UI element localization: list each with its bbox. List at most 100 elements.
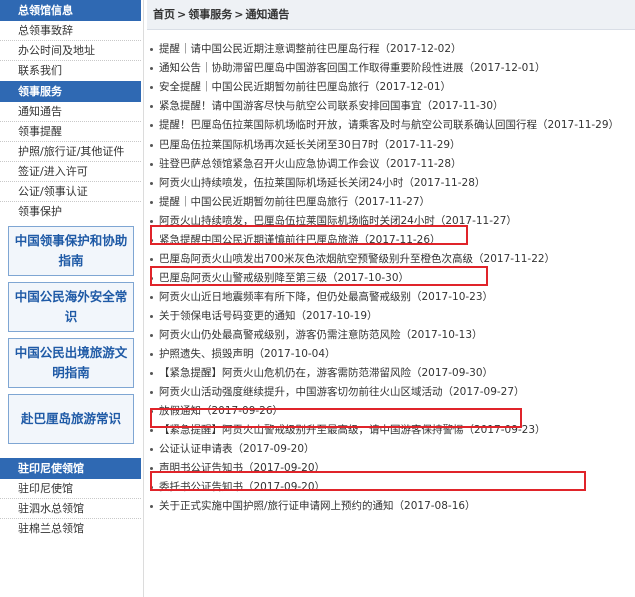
- sidebar-item-embassy-indonesia[interactable]: 驻印尼使馆: [0, 479, 141, 499]
- notice-item-highlighted[interactable]: 紧急提醒中国公民近期谨慎前往巴厘岛旅游（2017-11-26）: [147, 231, 635, 250]
- notice-link[interactable]: 阿贡火山持续喷发，巴厘岛伍拉莱国际机场临时关闭24小时（2017-11-27）: [159, 215, 517, 227]
- notice-item[interactable]: 委托书公证告知书（2017-09-20）: [147, 478, 635, 497]
- bullet-icon: [150, 163, 153, 166]
- notice-link[interactable]: 关于正式实施中国护照/旅行证申请网上预约的通知（2017-08-16）: [159, 500, 476, 512]
- notice-item[interactable]: 阿贡火山仍处最高警戒级别，游客仍需注意防范风险（2017-10-13）: [147, 326, 635, 345]
- notice-link[interactable]: 提醒｜中国公民近期暂勿前往巴厘岛旅行（2017-11-27）: [159, 196, 430, 208]
- bullet-icon: [150, 410, 153, 413]
- notice-link[interactable]: 委托书公证告知书（2017-09-20）: [159, 481, 325, 493]
- notice-link[interactable]: 阿贡火山仍处最高警戒级别，游客仍需注意防范风险（2017-10-13）: [159, 329, 483, 341]
- bullet-icon: [150, 353, 153, 356]
- notice-link[interactable]: 紧急提醒！请中国游客尽快与航空公司联系安排回国事宜（2017-11-30）: [159, 100, 504, 112]
- sidebar-section-consulate-info: 总领馆信息: [0, 0, 141, 21]
- sidebar-section-missions: 驻印尼使领馆: [0, 458, 141, 479]
- sidebar-item-consular-protection[interactable]: 领事保护: [0, 202, 141, 222]
- notice-item[interactable]: 驻登巴萨总领馆紧急召开火山应急协调工作会议（2017-11-28）: [147, 155, 635, 174]
- bullet-icon: [150, 105, 153, 108]
- sidebar-item-visa[interactable]: 签证/进入许可: [0, 162, 141, 182]
- sidebar-item-consul-speech[interactable]: 总领事致辞: [0, 21, 141, 41]
- notice-link[interactable]: 阿贡火山活动强度继续提升，中国游客切勿前往火山区域活动（2017-09-27）: [159, 386, 525, 398]
- notice-list: 提醒｜请中国公民近期注意调整前往巴厘岛行程（2017-12-02） 通知公告｜协…: [147, 40, 635, 516]
- consulate-info-list: 总领事致辞 办公时间及地址 联系我们: [0, 21, 141, 81]
- sidebar: 总领馆信息 总领事致辞 办公时间及地址 联系我们 领事服务 通知通告 领事提醒 …: [0, 0, 141, 597]
- bullet-icon: [150, 67, 153, 70]
- consular-services-list: 通知通告 领事提醒 护照/旅行证/其他证件 签证/进入许可 公证/领事认证 领事…: [0, 102, 141, 222]
- notice-item[interactable]: 阿贡火山持续喷发，伍拉莱国际机场延长关闭24小时（2017-11-28）: [147, 174, 635, 193]
- notice-link[interactable]: 放假通知（2017-09-26）: [159, 405, 283, 417]
- bullet-icon: [150, 258, 153, 261]
- promo-protection-guide[interactable]: 中国领事保护和协助指南: [8, 226, 134, 276]
- column-divider: [143, 0, 144, 597]
- bullet-icon: [150, 467, 153, 470]
- notice-link[interactable]: 【紧急提醒】阿贡火山危机仍在，游客需防范滞留风险（2017-09-30）: [159, 367, 493, 379]
- notice-item[interactable]: 紧急提醒！请中国游客尽快与航空公司联系安排回国事宜（2017-11-30）: [147, 97, 635, 116]
- bullet-icon: [150, 220, 153, 223]
- notice-link[interactable]: 巴厘岛阿贡火山警戒级别降至第三级（2017-10-30）: [159, 272, 409, 284]
- sidebar-item-office-hours[interactable]: 办公时间及地址: [0, 41, 141, 61]
- notice-link[interactable]: 关于领保电话号码变更的通知（2017-10-19）: [159, 310, 378, 322]
- notice-link[interactable]: 护照遗失、损毁声明（2017-10-04）: [159, 348, 336, 360]
- notice-link[interactable]: 公证认证申请表（2017-09-20）: [159, 443, 315, 455]
- promo-overseas-safety[interactable]: 中国公民海外安全常识: [8, 282, 134, 332]
- notice-link[interactable]: 【紧急提醒】阿贡火山警戒级别升至最高级，请中国游客保持警惕（2017-09-23…: [159, 424, 546, 436]
- promo-bali-travel-tips[interactable]: 赴巴厘岛旅游常识: [8, 394, 134, 444]
- main-content: 首页 > 领事服务 > 通知通告 提醒｜请中国公民近期注意调整前往巴厘岛行程（2017-…: [147, 0, 635, 597]
- notice-link[interactable]: 巴厘岛伍拉莱国际机场再次延长关闭至30日7时（2017-11-29）: [159, 139, 461, 151]
- notice-item[interactable]: 阿贡火山近日地震频率有所下降，但仍处最高警戒级别（2017-10-23）: [147, 288, 635, 307]
- notice-link[interactable]: 提醒｜请中国公民近期注意调整前往巴厘岛行程（2017-12-02）: [159, 43, 462, 55]
- notice-link[interactable]: 阿贡火山持续喷发，伍拉莱国际机场延长关闭24小时（2017-11-28）: [159, 177, 485, 189]
- notice-item[interactable]: 提醒｜请中国公民近期注意调整前往巴厘岛行程（2017-12-02）: [147, 40, 635, 59]
- notice-item[interactable]: 关于领保电话号码变更的通知（2017-10-19）: [147, 307, 635, 326]
- notice-link[interactable]: 驻登巴萨总领馆紧急召开火山应急协调工作会议（2017-11-28）: [159, 158, 462, 170]
- bullet-icon: [150, 182, 153, 185]
- notice-item-highlighted[interactable]: 【紧急提醒】阿贡火山危机仍在，游客需防范滞留风险（2017-09-30）: [147, 364, 635, 383]
- breadcrumb: 首页 > 领事服务 > 通知通告: [147, 0, 635, 30]
- bullet-icon: [150, 334, 153, 337]
- notice-link[interactable]: 通知公告｜协助滞留巴厘岛中国游客回国工作取得重要阶段性进展（2017-12-01…: [159, 62, 546, 74]
- notice-item[interactable]: 提醒！巴厘岛伍拉莱国际机场临时开放，请乘客及时与航空公司联系确认回国行程（201…: [147, 116, 635, 136]
- notice-item[interactable]: 阿贡火山活动强度继续提升，中国游客切勿前往火山区域活动（2017-09-27）: [147, 383, 635, 402]
- sidebar-item-medan[interactable]: 驻棉兰总领馆: [0, 519, 141, 539]
- notice-item[interactable]: 巴厘岛阿贡火山警戒级别降至第三级（2017-10-30）: [147, 269, 635, 288]
- bullet-icon: [150, 144, 153, 147]
- bullet-icon: [150, 391, 153, 394]
- sidebar-item-consular-reminders[interactable]: 领事提醒: [0, 122, 141, 142]
- breadcrumb-separator: >: [177, 8, 187, 21]
- breadcrumb-current: 通知通告: [245, 8, 290, 21]
- notice-item[interactable]: 阿贡火山持续喷发，巴厘岛伍拉莱国际机场临时关闭24小时（2017-11-27）: [147, 212, 635, 231]
- notice-item[interactable]: 巴厘岛伍拉莱国际机场再次延长关闭至30日7时（2017-11-29）: [147, 136, 635, 155]
- notice-item[interactable]: 护照遗失、损毁声明（2017-10-04）: [147, 345, 635, 364]
- sidebar-item-notices[interactable]: 通知通告: [0, 102, 141, 122]
- sidebar-item-surabaya[interactable]: 驻泗水总领馆: [0, 499, 141, 519]
- notice-link[interactable]: 阿贡火山近日地震频率有所下降，但仍处最高警戒级别（2017-10-23）: [159, 291, 493, 303]
- bullet-icon: [150, 239, 153, 242]
- bullet-icon: [150, 372, 153, 375]
- notice-link[interactable]: 安全提醒｜中国公民近期暂勿前往巴厘岛旅行（2017-12-01）: [159, 81, 451, 93]
- sidebar-item-contact-us[interactable]: 联系我们: [0, 61, 141, 81]
- notice-item[interactable]: 通知公告｜协助滞留巴厘岛中国游客回国工作取得重要阶段性进展（2017-12-01…: [147, 59, 635, 78]
- bullet-icon: [150, 296, 153, 299]
- notice-item-highlighted[interactable]: 【紧急提醒】阿贡火山警戒级别升至最高级，请中国游客保持警惕（2017-09-23…: [147, 421, 635, 440]
- notice-item[interactable]: 关于正式实施中国护照/旅行证申请网上预约的通知（2017-08-16）: [147, 497, 635, 516]
- bullet-icon: [150, 86, 153, 89]
- notice-item-highlighted[interactable]: 提醒｜中国公民近期暂勿前往巴厘岛旅行（2017-11-27）: [147, 193, 635, 212]
- notice-link[interactable]: 提醒！巴厘岛伍拉莱国际机场临时开放，请乘客及时与航空公司联系确认回国行程（201…: [159, 119, 619, 131]
- missions-list: 驻印尼使馆 驻泗水总领馆 驻棉兰总领馆: [0, 479, 141, 539]
- notice-link[interactable]: 紧急提醒中国公民近期谨慎前往巴厘岛旅游（2017-11-26）: [159, 234, 441, 246]
- sidebar-section-consular-services: 领事服务: [0, 81, 141, 102]
- notice-item[interactable]: 声明书公证告知书（2017-09-20）: [147, 459, 635, 478]
- notice-item[interactable]: 巴厘岛阿贡火山喷发出700米灰色浓烟航空预警级别升至橙色次高级（2017-11-…: [147, 250, 635, 269]
- sidebar-item-passport[interactable]: 护照/旅行证/其他证件: [0, 142, 141, 162]
- notice-item[interactable]: 安全提醒｜中国公民近期暂勿前往巴厘岛旅行（2017-12-01）: [147, 78, 635, 97]
- notice-link[interactable]: 声明书公证告知书（2017-09-20）: [159, 462, 325, 474]
- bullet-icon: [150, 48, 153, 51]
- bullet-icon: [150, 505, 153, 508]
- notice-link[interactable]: 巴厘岛阿贡火山喷发出700米灰色浓烟航空预警级别升至橙色次高级（2017-11-…: [159, 253, 555, 265]
- breadcrumb-consular-services[interactable]: 领事服务: [188, 8, 232, 21]
- breadcrumb-home[interactable]: 首页: [153, 8, 175, 21]
- sidebar-item-notarization[interactable]: 公证/领事认证: [0, 182, 141, 202]
- notice-item[interactable]: 公证认证申请表（2017-09-20）: [147, 440, 635, 459]
- bullet-icon: [150, 486, 153, 489]
- promo-travel-etiquette[interactable]: 中国公民出境旅游文明指南: [8, 338, 134, 388]
- notice-item[interactable]: 放假通知（2017-09-26）: [147, 402, 635, 421]
